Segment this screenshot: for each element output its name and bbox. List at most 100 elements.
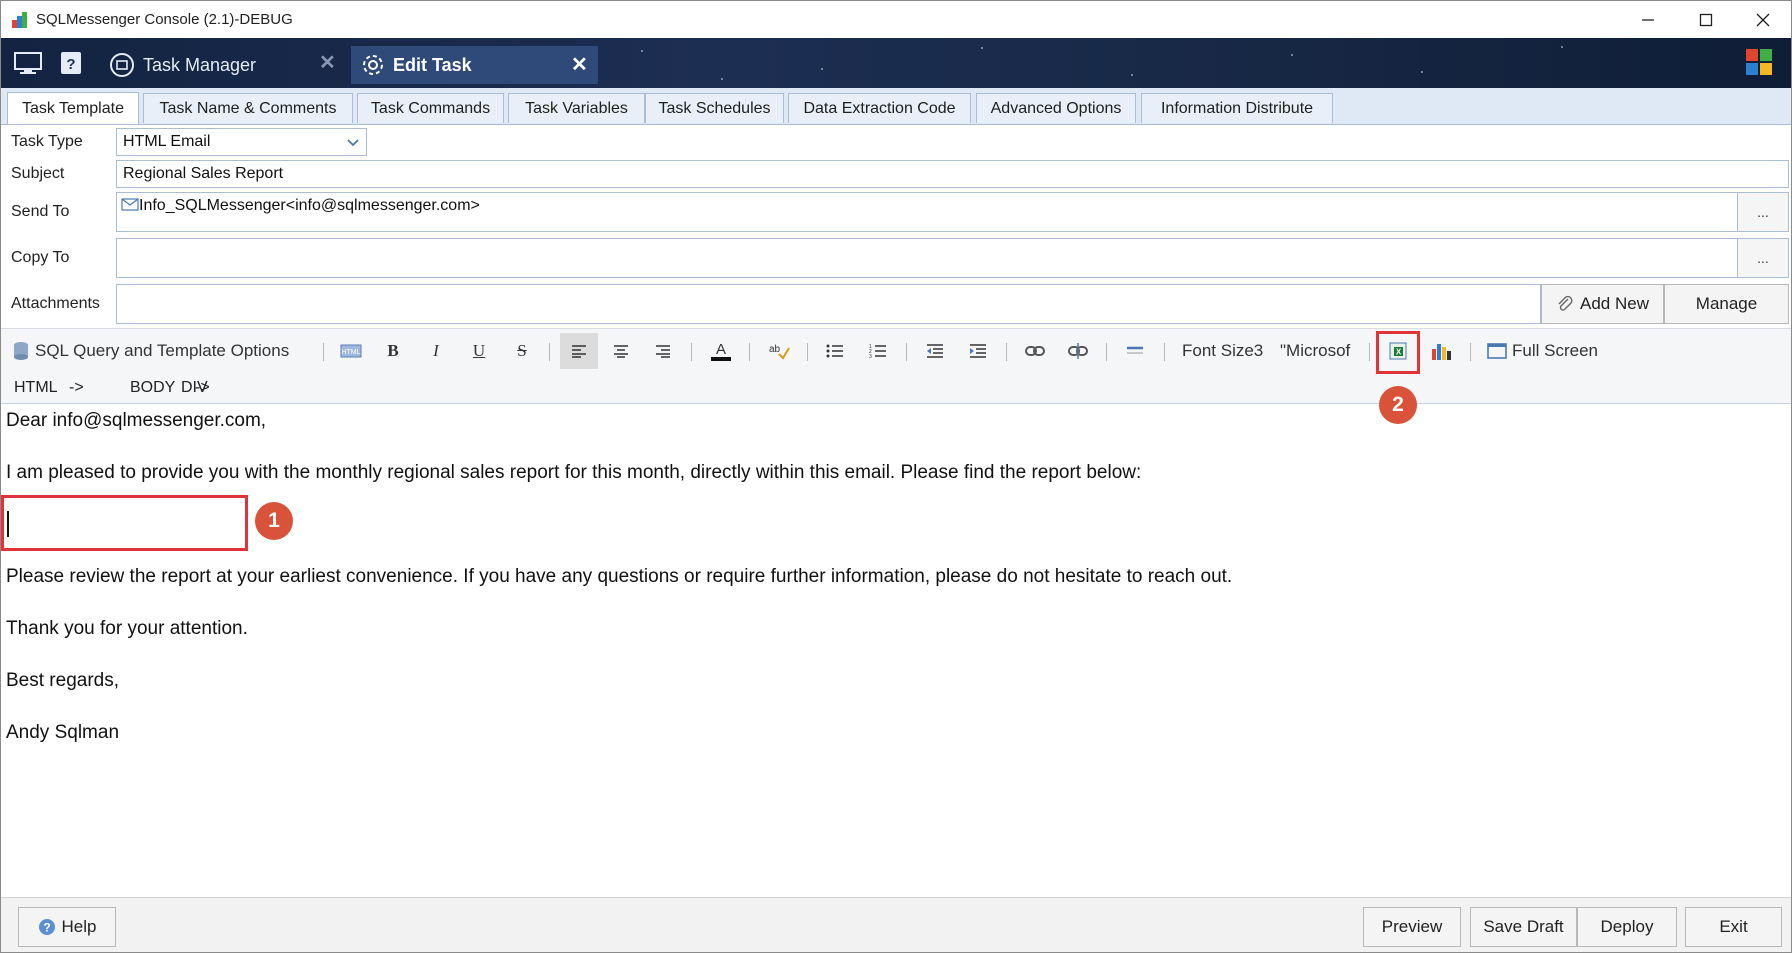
- full-screen-button[interactable]: Full Screen: [1487, 337, 1598, 365]
- send-to-label: Send To: [11, 203, 70, 220]
- font-size-select[interactable]: Font Size3: [1182, 337, 1263, 365]
- section-tab-strip: Task Template Task Name & Comments Task …: [1, 88, 1791, 125]
- html-source-icon[interactable]: HTML: [337, 337, 365, 365]
- exit-button[interactable]: Exit: [1685, 907, 1782, 947]
- close-icon[interactable]: [1734, 1, 1791, 38]
- toolbar-divider: [549, 343, 550, 361]
- font-name-select[interactable]: "Microsof: [1280, 337, 1350, 365]
- copy-to-browse-button[interactable]: ...: [1737, 238, 1789, 278]
- email-body-editor[interactable]: Dear info@sqlmessenger.com, I am pleased…: [1, 404, 1791, 897]
- remove-link-icon[interactable]: [1066, 337, 1090, 365]
- path-item-body[interactable]: BODY: [130, 379, 175, 397]
- star-decoration: [821, 68, 823, 70]
- svg-text:?: ?: [43, 921, 50, 935]
- tab-label: Task Manager: [143, 54, 257, 75]
- help-book-icon[interactable]: ?: [57, 50, 87, 76]
- help-button[interactable]: ? Help: [18, 907, 116, 947]
- numbered-list-icon[interactable]: 123: [867, 337, 889, 365]
- star-decoration: [641, 50, 643, 52]
- tab-edit-task[interactable]: Edit Task ✕: [351, 46, 598, 84]
- body-paragraph: Thank you for your attention.: [6, 618, 248, 639]
- insert-link-icon[interactable]: [1023, 337, 1047, 365]
- copy-to-field[interactable]: [116, 238, 1738, 278]
- toolbar-divider: [1106, 343, 1107, 361]
- chart-icon[interactable]: [1429, 337, 1453, 365]
- add-new-label: Add New: [1580, 294, 1649, 313]
- star-decoration: [721, 78, 723, 80]
- body-paragraph: Dear info@sqlmessenger.com,: [6, 410, 267, 431]
- attachments-field[interactable]: [116, 284, 1541, 324]
- star-decoration: [981, 47, 983, 49]
- toolbar-divider: [1006, 343, 1007, 361]
- toolbar-divider: [1470, 343, 1471, 361]
- font-color-icon[interactable]: A: [709, 337, 733, 365]
- subject-label: Subject: [11, 165, 65, 182]
- send-to-browse-button[interactable]: ...: [1737, 192, 1789, 232]
- close-tab-icon[interactable]: ✕: [319, 50, 336, 75]
- italic-icon[interactable]: I: [424, 337, 448, 365]
- add-new-button[interactable]: Add New: [1541, 284, 1664, 324]
- preview-button[interactable]: Preview: [1363, 907, 1461, 947]
- close-tab-icon[interactable]: ✕: [571, 52, 588, 77]
- help-icon: ?: [38, 919, 55, 935]
- tab-information-distribute[interactable]: Information Distribute: [1141, 93, 1333, 123]
- tab-task-schedules[interactable]: Task Schedules: [645, 93, 784, 123]
- chevron-down-icon[interactable]: [344, 133, 362, 151]
- indent-icon[interactable]: [967, 337, 989, 365]
- editor-toolbar: SQL Query and Template Options HTML B I …: [1, 328, 1791, 374]
- spell-check-icon[interactable]: ab: [767, 337, 791, 365]
- send-to-field[interactable]: Info_SQLMessenger<info@sqlmessenger.com>: [116, 192, 1738, 232]
- maximize-icon[interactable]: [1677, 1, 1735, 38]
- tab-data-extraction-code[interactable]: Data Extraction Code: [788, 93, 971, 123]
- tab-task-name-comments[interactable]: Task Name & Comments: [143, 93, 353, 123]
- toolbar-divider: [1164, 343, 1165, 361]
- toolbar-divider: [807, 343, 808, 361]
- tab-task-variables[interactable]: Task Variables: [508, 93, 645, 123]
- save-draft-button[interactable]: Save Draft: [1470, 907, 1577, 947]
- align-center-icon[interactable]: [611, 337, 631, 365]
- title-bar: SQLMessenger Console (2.1)-DEBUG: [1, 1, 1791, 38]
- monitor-icon[interactable]: [13, 50, 43, 76]
- toolbar-divider: [691, 343, 692, 361]
- task-manager-icon: [110, 53, 134, 77]
- tab-label: Edit Task: [393, 54, 472, 75]
- star-decoration: [1291, 54, 1293, 56]
- toolbar-divider: [906, 343, 907, 361]
- tab-task-commands[interactable]: Task Commands: [357, 93, 504, 123]
- full-screen-label: Full Screen: [1512, 341, 1598, 360]
- horizontal-rule-icon[interactable]: [1124, 337, 1146, 365]
- align-left-icon[interactable]: [560, 333, 598, 369]
- manage-button[interactable]: Manage: [1664, 284, 1789, 324]
- app-logo-icon: [12, 12, 27, 28]
- strikethrough-icon[interactable]: S: [510, 337, 534, 365]
- body-paragraph: I am pleased to provide you with the mon…: [6, 462, 1142, 483]
- full-screen-icon: [1487, 343, 1507, 359]
- help-label: Help: [61, 917, 97, 936]
- sql-query-template-options-button[interactable]: SQL Query and Template Options: [11, 337, 289, 365]
- bold-icon[interactable]: B: [381, 337, 405, 365]
- task-type-select[interactable]: HTML Email: [116, 128, 367, 156]
- path-item-div[interactable]: DIV: [181, 379, 208, 397]
- excel-button-highlight: [1376, 331, 1420, 374]
- underline-icon[interactable]: U: [467, 337, 491, 365]
- svg-text:HTML: HTML: [341, 349, 360, 356]
- star-decoration: [1561, 46, 1563, 48]
- star-decoration: [1421, 71, 1423, 73]
- tab-task-template[interactable]: Task Template: [7, 92, 139, 124]
- path-item-html[interactable]: HTML: [14, 379, 58, 397]
- minimize-icon[interactable]: [1619, 1, 1677, 38]
- toolbar-divider: [749, 343, 750, 361]
- subject-field[interactable]: Regional Sales Report: [116, 160, 1789, 188]
- tab-advanced-options[interactable]: Advanced Options: [976, 93, 1136, 123]
- envelope-icon: [121, 198, 139, 211]
- bullet-list-icon[interactable]: [824, 337, 846, 365]
- tab-task-manager[interactable]: Task Manager: [109, 46, 319, 84]
- callout-marker-1: 1: [255, 502, 293, 540]
- send-to-value: Info_SQLMessenger<info@sqlmessenger.com>: [139, 197, 480, 214]
- deploy-button[interactable]: Deploy: [1577, 907, 1677, 947]
- insertion-point-highlight: [1, 495, 248, 551]
- database-icon: [14, 342, 28, 360]
- copy-to-label: Copy To: [11, 249, 70, 266]
- align-right-icon[interactable]: [653, 337, 673, 365]
- outdent-icon[interactable]: [924, 337, 946, 365]
